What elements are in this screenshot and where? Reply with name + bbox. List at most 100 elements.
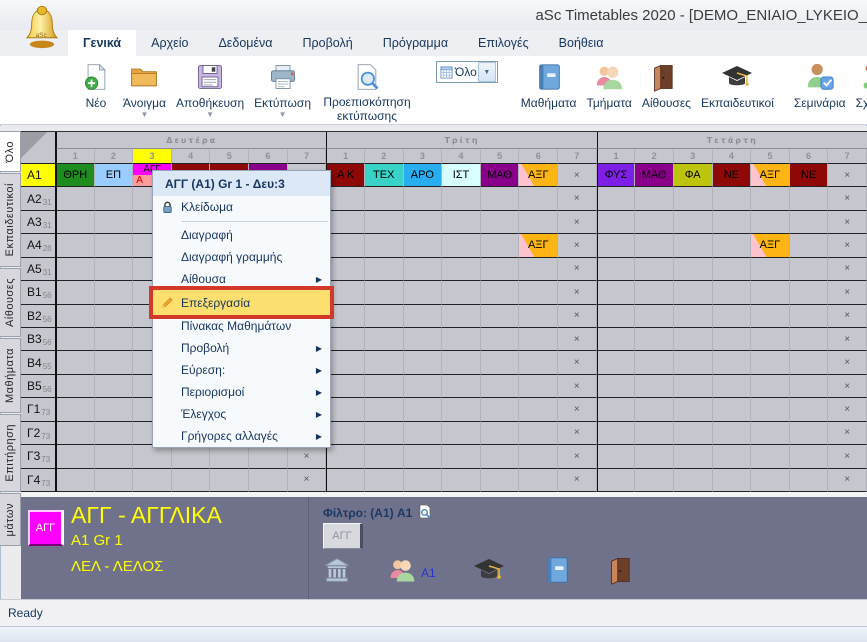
lesson-cell[interactable]: Α Κ — [326, 164, 365, 187]
timetable-cell[interactable] — [751, 469, 790, 492]
timetable-cell[interactable] — [481, 422, 520, 445]
period-header[interactable]: 2 — [95, 149, 134, 164]
class-row-header-B1[interactable]: B156 — [21, 281, 56, 304]
timetable-cell[interactable] — [326, 305, 365, 328]
timetable-cell[interactable] — [481, 234, 520, 257]
timetable-cell[interactable] — [365, 398, 404, 421]
lesson-cell[interactable]: ΝΕ — [790, 164, 829, 187]
period-header[interactable]: 3 — [674, 149, 713, 164]
timetable-cell[interactable] — [95, 234, 134, 257]
sidebar-tab-μάτων[interactable]: μάτων — [0, 493, 21, 546]
timetable-cell[interactable]: × — [828, 422, 867, 445]
timetable-cell[interactable] — [95, 398, 134, 421]
timetable-cell[interactable] — [95, 375, 134, 398]
timetable-cell[interactable]: × — [828, 469, 867, 492]
sidebar-tab-Αίθουσες[interactable]: Αίθουσες — [0, 268, 21, 337]
timetable-cell[interactable] — [56, 445, 95, 468]
timetable-cell[interactable] — [635, 187, 674, 210]
timetable-cell[interactable] — [635, 258, 674, 281]
timetable-cell[interactable] — [404, 305, 443, 328]
context-menu-item-Προβολή[interactable]: Προβολή▶ — [153, 337, 330, 359]
timetable-cell[interactable] — [597, 281, 636, 304]
menu-tab-Δεδομένα[interactable]: Δεδομένα — [203, 30, 287, 56]
timetable-cell[interactable] — [635, 351, 674, 374]
timetable-cell[interactable] — [674, 445, 713, 468]
timetable-cell[interactable] — [56, 211, 95, 234]
view-combo[interactable]: Όλο ▼ — [436, 61, 498, 83]
chevron-down-icon[interactable]: ▼ — [141, 110, 149, 119]
timetable-cell[interactable] — [674, 258, 713, 281]
menu-tab-Βοήθεια[interactable]: Βοήθεια — [544, 30, 619, 56]
period-header[interactable]: 6 — [790, 149, 829, 164]
lesson-cell[interactable]: ΕΠ — [95, 164, 134, 187]
timetable-cell[interactable] — [326, 281, 365, 304]
timetable-cell[interactable]: × — [558, 234, 597, 257]
toolbar-button-Εκπαιδευτικοί[interactable]: Εκπαιδευτικοί — [696, 56, 779, 110]
timetable-cell[interactable] — [713, 351, 752, 374]
period-header[interactable]: 7 — [288, 149, 327, 164]
timetable-cell[interactable] — [95, 469, 134, 492]
timetable-cell[interactable] — [56, 234, 95, 257]
lesson-cell[interactable]: ΘΡΗ — [56, 164, 95, 187]
timetable-cell[interactable] — [674, 375, 713, 398]
timetable-cell[interactable] — [442, 445, 481, 468]
lesson-cell[interactable]: ΑΞΓ — [519, 234, 558, 257]
timetable-cell[interactable] — [597, 398, 636, 421]
timetable-cell[interactable] — [751, 445, 790, 468]
lesson-cell[interactable]: ΑΡΟ — [404, 164, 443, 187]
timetable-cell[interactable] — [404, 281, 443, 304]
timetable-cell[interactable] — [519, 211, 558, 234]
timetable-cell[interactable] — [751, 305, 790, 328]
timetable-cell[interactable] — [442, 211, 481, 234]
toolbar-button-Εκτύπωση[interactable]: Εκτύπωση▼ — [249, 56, 316, 119]
timetable-cell[interactable] — [365, 187, 404, 210]
context-menu-item-Περιορισμοί[interactable]: Περιορισμοί▶ — [153, 381, 330, 403]
timetable-cell[interactable] — [597, 234, 636, 257]
period-header[interactable]: 3 — [133, 149, 172, 164]
timetable-cell[interactable]: × — [828, 351, 867, 374]
timetable-cell[interactable] — [751, 211, 790, 234]
timetable-cell[interactable]: × — [828, 445, 867, 468]
timetable-cell[interactable] — [519, 445, 558, 468]
timetable-cell[interactable]: × — [558, 164, 597, 187]
timetable-cell[interactable] — [751, 375, 790, 398]
building-icon[interactable] — [323, 556, 351, 589]
timetable-cell[interactable] — [172, 445, 211, 468]
gradcap-icon[interactable] — [472, 553, 506, 592]
timetable-cell[interactable] — [326, 328, 365, 351]
timetable-cell[interactable] — [674, 328, 713, 351]
timetable-cell[interactable] — [790, 305, 829, 328]
period-header[interactable]: 3 — [404, 149, 443, 164]
timetable-cell[interactable] — [519, 187, 558, 210]
timetable-cell[interactable] — [365, 281, 404, 304]
timetable-cell[interactable]: × — [558, 351, 597, 374]
timetable-cell[interactable] — [481, 211, 520, 234]
timetable-cell[interactable] — [326, 445, 365, 468]
timetable-cell[interactable] — [56, 469, 95, 492]
period-header[interactable]: 1 — [56, 149, 95, 164]
timetable-cell[interactable] — [95, 328, 134, 351]
timetable-cell[interactable] — [249, 445, 288, 468]
timetable-cell[interactable] — [597, 211, 636, 234]
timetable-cell[interactable] — [597, 469, 636, 492]
timetable-cell[interactable] — [713, 398, 752, 421]
timetable-cell[interactable]: × — [828, 187, 867, 210]
students-icon[interactable]: A1 — [387, 555, 436, 590]
period-header[interactable]: 4 — [172, 149, 211, 164]
timetable-cell[interactable] — [713, 211, 752, 234]
class-row-header-A2[interactable]: A231 — [21, 187, 56, 210]
class-row-header-A5[interactable]: A531 — [21, 258, 56, 281]
timetable-cell[interactable] — [635, 445, 674, 468]
class-row-header-Γ3[interactable]: Γ373 — [21, 445, 56, 468]
timetable-cell[interactable] — [326, 398, 365, 421]
toolbar-button-Σεμινάρια[interactable]: Σεμινάρια — [789, 56, 851, 110]
class-row-header-A1[interactable]: A1 — [21, 164, 56, 187]
timetable-cell[interactable] — [597, 422, 636, 445]
timetable-cell[interactable]: × — [558, 422, 597, 445]
timetable-cell[interactable] — [481, 445, 520, 468]
period-header[interactable]: 7 — [558, 149, 597, 164]
timetable-cell[interactable] — [713, 445, 752, 468]
lesson-cell[interactable]: ΦΥΣ — [597, 164, 636, 187]
timetable-cell[interactable] — [326, 234, 365, 257]
timetable-cell[interactable] — [597, 375, 636, 398]
